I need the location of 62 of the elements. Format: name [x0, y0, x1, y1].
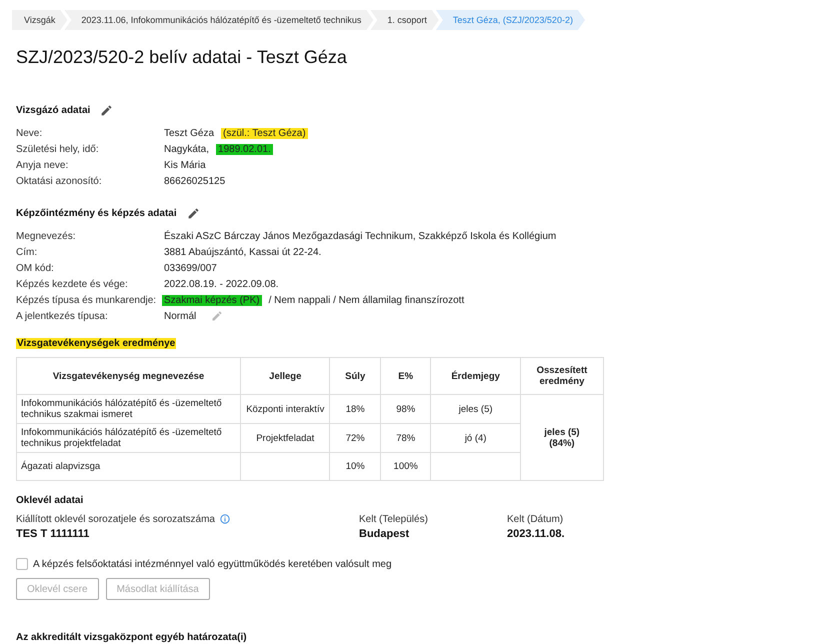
section-heading: Képzőintézmény és képzés adatai — [16, 208, 177, 219]
field-value: 86626025125 — [163, 176, 226, 186]
section-heading: Az akkreditált vizsgaközpont egyéb határozata(i) — [16, 632, 247, 643]
info-icon[interactable] — [220, 514, 230, 524]
field-label: Kelt (Dátum) — [507, 514, 564, 525]
table-cell: Infokommunikációs hálózatépítő és -üzemeltető technikus projektfeladat — [16, 424, 241, 452]
table-cell: 10% — [330, 452, 380, 480]
table-cell: 100% — [380, 452, 431, 480]
field-label: A jelentkezés típusa: — [16, 310, 109, 322]
table-cell: Központi interaktív — [240, 394, 330, 424]
edit-icon[interactable] — [100, 104, 114, 117]
table-cell: jeles (5) (84%) — [520, 394, 604, 480]
checkbox[interactable] — [16, 558, 28, 570]
field-value: / Nem nappali / Nem államilag finanszírozott — [268, 294, 466, 306]
field-label: Megnevezés: — [16, 230, 76, 242]
column-header: Jellege — [240, 358, 330, 394]
field-value: TES T 1111111 — [16, 528, 90, 540]
column-header: Vizsgatevékenység megnevezése — [16, 358, 241, 394]
table-cell: Infokommunikációs hálózatépítő és -üzemeltető technikus szakmai ismeret — [16, 394, 241, 424]
field-label: Születési hely, idő: — [16, 144, 100, 154]
field-label: Képzés típusa és munkarendje: — [16, 294, 158, 306]
section-heading: Vizsgatevékenységek eredménye — [16, 338, 176, 349]
section-heading: Vizsgázó adatai — [16, 105, 90, 116]
field-label: OM kód: — [16, 262, 55, 274]
field-value: Teszt Géza — [163, 128, 216, 138]
table-cell: 72% — [330, 424, 380, 452]
field-label: Kiállított oklevél sorozatjele és sorozatszáma — [16, 514, 215, 525]
edit-icon[interactable] — [186, 207, 200, 220]
column-header: Osszesített eredmény — [520, 358, 604, 394]
breadcrumb-item[interactable]: 2023.11.06, Infokommunikációs hálózatépítő és -üzemeltető technikus — [64, 10, 374, 30]
checkbox-label: A képzés felsőoktatási intézménnyel való együttműködés keretében valósult meg — [33, 558, 392, 570]
section-heading: Oklevél adatai — [16, 495, 84, 506]
table-cell: jeles (5) — [430, 394, 520, 424]
field-value: Budapest — [359, 528, 410, 540]
field-label: Kelt (Település) — [359, 514, 428, 525]
field-value: Szakmai képzés (PK) — [162, 294, 262, 306]
breadcrumb-item[interactable]: 1. csoport — [370, 10, 439, 30]
field-label: Neve: — [16, 128, 44, 138]
breadcrumb-item[interactable]: Vizsgák — [12, 10, 68, 30]
page-title: SZJ/2023/520-2 belív adatai - Teszt Géza — [16, 47, 348, 68]
column-header: E% — [380, 358, 431, 394]
field-value: Északi ASzC Bárczay János Mezőgazdasági Technikum, Szakképző Iskola és Kollégium — [163, 230, 558, 242]
field-value: 2022.08.19. - 2022.09.08. — [163, 278, 280, 290]
field-value: 2023.11.08. — [507, 528, 565, 540]
table-cell: 78% — [380, 424, 431, 452]
field-label: Képzés kezdete és vége: — [16, 278, 129, 290]
field-value: 1989.02.01. — [216, 144, 273, 154]
field-value: 033699/007 — [163, 262, 218, 274]
field-label: Cím: — [16, 246, 38, 258]
column-header: Érdemjegy — [430, 358, 520, 394]
field-value: 3881 Abaújszántó, Kassai út 22-24. — [163, 246, 322, 258]
field-value: (szül.: Teszt Géza) — [221, 128, 308, 138]
field-value: Kis Mária — [163, 160, 207, 170]
field-value: Normál — [163, 310, 198, 322]
field-label: Oktatási azonosító: — [16, 176, 103, 186]
field-value: Nagykáta, — [163, 144, 210, 154]
table-cell: 98% — [380, 394, 431, 424]
column-header: Súly — [330, 358, 380, 394]
table-cell: 18% — [330, 394, 380, 424]
field-label: Anyja neve: — [16, 160, 70, 170]
table-cell: Ágazati alapvizsga — [16, 452, 241, 480]
table-cell: Projektfeladat — [240, 424, 330, 452]
